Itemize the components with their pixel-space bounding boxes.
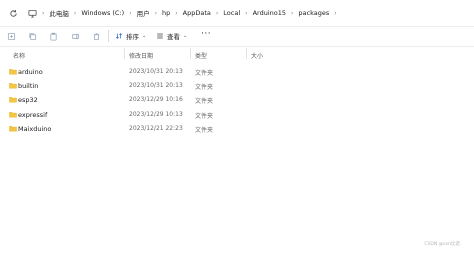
divider bbox=[0, 46, 474, 47]
column-divider[interactable] bbox=[190, 48, 191, 59]
folder-icon bbox=[9, 126, 17, 132]
paste-icon[interactable] bbox=[48, 31, 58, 41]
folder-icon bbox=[9, 69, 17, 75]
refresh-icon[interactable] bbox=[6, 6, 20, 20]
folder-icon bbox=[9, 83, 17, 89]
file-name: expressif bbox=[18, 111, 48, 119]
column-header-date[interactable]: 修改日期 bbox=[129, 51, 153, 60]
copy-icon[interactable] bbox=[27, 31, 37, 41]
folder-icon bbox=[9, 97, 17, 103]
column-divider[interactable] bbox=[124, 48, 125, 59]
sort-label: 排序 bbox=[126, 33, 139, 41]
chevron-right-icon[interactable]: › bbox=[332, 10, 338, 17]
file-row[interactable]: builtin 2023/10/31 20:13 文件夹 bbox=[0, 80, 474, 94]
file-date: 2023/12/29 10:16 bbox=[129, 96, 183, 103]
file-row[interactable]: expressif 2023/12/29 10:13 文件夹 bbox=[0, 109, 474, 123]
breadcrumb-item-c-drive[interactable]: Windows (C:) bbox=[78, 9, 127, 17]
file-type: 文件夹 bbox=[195, 127, 214, 134]
file-name: builtin bbox=[18, 82, 39, 90]
view-label: 查看 bbox=[167, 33, 180, 41]
file-type: 文件夹 bbox=[195, 70, 214, 77]
view-icon bbox=[157, 33, 163, 39]
breadcrumb-item-hp[interactable]: hp bbox=[159, 9, 173, 17]
chevron-down-icon: ⌄ bbox=[183, 33, 188, 39]
rename-icon[interactable] bbox=[70, 31, 80, 41]
new-icon[interactable] bbox=[6, 31, 16, 41]
watermark: CSDN @zxn比诺 bbox=[424, 242, 460, 247]
file-name: esp32 bbox=[18, 96, 38, 104]
file-date: 2023/12/21 22:23 bbox=[129, 125, 183, 132]
sort-icon bbox=[115, 33, 123, 39]
breadcrumb-item-packages[interactable]: packages bbox=[295, 9, 332, 17]
file-date: 2023/10/31 20:13 bbox=[129, 68, 183, 75]
file-name: Maixduino bbox=[18, 125, 52, 133]
file-row[interactable]: esp32 2023/12/29 10:16 文件夹 bbox=[0, 94, 474, 108]
file-type: 文件夹 bbox=[195, 98, 214, 105]
column-header-name[interactable]: 名称 bbox=[13, 51, 25, 60]
file-row[interactable]: Maixduino 2023/12/21 22:23 文件夹 bbox=[0, 123, 474, 137]
column-header-size[interactable]: 大小 bbox=[251, 51, 263, 60]
sort-button[interactable]: 排序 ⌄ bbox=[115, 30, 146, 42]
column-divider[interactable] bbox=[246, 48, 247, 59]
this-pc-icon[interactable] bbox=[25, 6, 39, 20]
divider bbox=[0, 26, 474, 27]
breadcrumb-item-arduino15[interactable]: Arduino15 bbox=[250, 9, 289, 17]
column-header-type[interactable]: 类型 bbox=[195, 51, 207, 60]
file-type: 文件夹 bbox=[195, 113, 214, 120]
breadcrumb: › 此电脑 › Windows (C:) › 用户 › hp › AppData… bbox=[40, 4, 339, 22]
breadcrumb-item-local[interactable]: Local bbox=[220, 9, 243, 17]
breadcrumb-item-appdata[interactable]: AppData bbox=[180, 9, 214, 17]
file-name: arduino bbox=[18, 68, 43, 76]
breadcrumb-item-this-pc[interactable]: 此电脑 bbox=[46, 8, 72, 18]
folder-icon bbox=[9, 112, 17, 118]
delete-icon[interactable] bbox=[91, 31, 101, 41]
file-date: 2023/10/31 20:13 bbox=[129, 82, 183, 89]
toolbar-separator bbox=[108, 30, 109, 42]
chevron-down-icon: ⌄ bbox=[142, 33, 147, 39]
file-type: 文件夹 bbox=[195, 84, 214, 91]
view-button[interactable]: 查看 ⌄ bbox=[156, 30, 187, 42]
file-row[interactable]: arduino 2023/10/31 20:13 文件夹 bbox=[0, 66, 474, 80]
file-date: 2023/12/29 10:13 bbox=[129, 111, 183, 118]
breadcrumb-item-users[interactable]: 用户 bbox=[134, 8, 153, 18]
more-options-button[interactable]: ··· bbox=[201, 29, 211, 39]
address-bar: › 此电脑 › Windows (C:) › 用户 › hp › AppData… bbox=[0, 0, 474, 26]
